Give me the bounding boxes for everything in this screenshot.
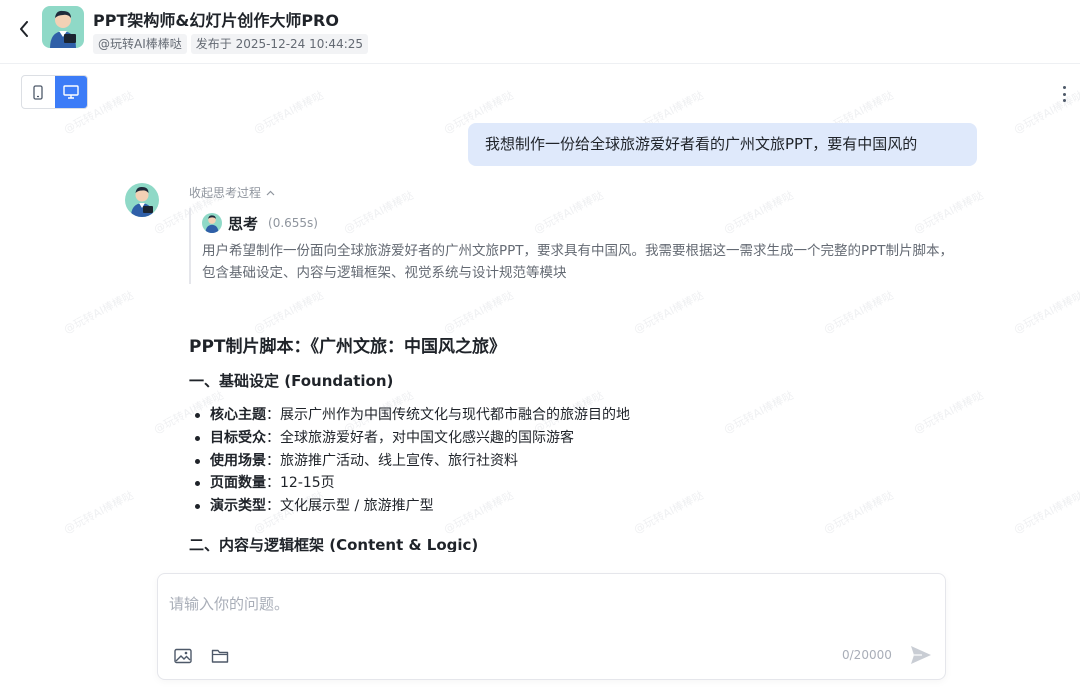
list-item-value: ：旅游推广活动、线上宣传、旅行社资料 [266, 452, 518, 469]
watermark-text: @玩转AI棒棒哒 [61, 288, 136, 337]
mobile-icon [33, 84, 43, 100]
more-dot [1062, 99, 1066, 102]
more-options-button[interactable] [1056, 84, 1072, 104]
watermark-text: @玩转AI棒棒哒 [251, 88, 326, 137]
upload-image-button[interactable] [173, 646, 193, 666]
thinking-block: 思考 (0.655s) 用户希望制作一份面向全球旅游爱好者的广州文旅PPT，要求… [189, 208, 959, 284]
app-avatar [42, 6, 84, 48]
list-item-label: 核心主题 [210, 407, 266, 423]
list-item: 页面数量：12-15页 [189, 472, 949, 495]
upload-file-button[interactable] [210, 646, 230, 666]
mobile-view-button[interactable] [22, 76, 55, 108]
section-heading-foundation: 一、基础设定 (Foundation) [189, 372, 394, 390]
doc-title: PPT制片脚本：《广州文旅：中国风之旅》 [189, 337, 507, 357]
send-icon [911, 646, 931, 664]
list-item-value: ：展示广州作为中国传统文化与现代都市融合的旅游目的地 [266, 407, 630, 423]
app-title: PPT架构师&幻灯片创作大师PRO [93, 11, 339, 30]
back-button[interactable] [14, 18, 34, 40]
more-dot [1062, 92, 1066, 96]
list-item: 演示类型：文化展示型 / 旅游推广型 [189, 495, 949, 518]
list-item-value: ：全球旅游爱好者，对中国文化感兴趣的国际游客 [266, 429, 574, 446]
chat-input-box: 0/20000 [157, 573, 946, 680]
author-badge[interactable]: @玩转AI棒棒哒 [93, 34, 187, 54]
more-dot [1062, 86, 1066, 89]
list-item: 使用场景：旅游推广活动、线上宣传、旅行社资料 [189, 450, 949, 473]
publish-time: 发布于 2025-12-24 10:44:25 [190, 34, 369, 54]
chat-input[interactable] [169, 590, 929, 618]
list-item: 目标受众：全球旅游爱好者，对中国文化感兴趣的国际游客 [189, 427, 949, 450]
thinking-text: 用户希望制作一份面向全球旅游爱好者的广州文旅PPT，要求具有中国风。我需要根据这… [202, 243, 954, 281]
char-count: 0/20000 [842, 648, 892, 662]
thinking-header: 思考 (0.655s) [202, 208, 959, 238]
desktop-view-button[interactable] [54, 76, 87, 108]
bot-avatar [125, 183, 159, 217]
page-header: PPT架构师&幻灯片创作大师PRO @玩转AI棒棒哒 发布于 2025-12-2… [0, 0, 1080, 64]
collapse-thinking-label: 收起思考过程 [189, 186, 262, 200]
thinking-avatar-icon [202, 213, 222, 233]
view-toggle [21, 75, 88, 109]
collapse-thinking-toggle[interactable]: 收起思考过程 [189, 184, 275, 201]
list-item-label: 目标受众 [210, 429, 266, 446]
chevron-up-icon [266, 190, 275, 195]
list-item-label: 演示类型 [210, 498, 266, 515]
thinking-label: 思考 [228, 214, 259, 233]
foundation-list: 核心主题：展示广州作为中国传统文化与现代都市融合的旅游目的地 目标受众：全球旅游… [189, 404, 949, 518]
chevron-left-icon [20, 21, 28, 37]
watermark-text: @玩转AI棒棒哒 [61, 488, 136, 537]
thinking-time: (0.655s) [268, 216, 318, 230]
folder-icon [211, 649, 229, 663]
section-heading-content-logic: 二、内容与逻辑框架 (Content & Logic) [189, 535, 479, 552]
list-item-value: ：文化展示型 / 旅游推广型 [266, 498, 434, 515]
image-icon [174, 648, 192, 664]
watermark-text: @玩转AI棒棒哒 [1011, 288, 1080, 337]
list-item-value: ：12-15页 [266, 475, 335, 492]
desktop-icon [63, 85, 79, 99]
list-item-label: 页面数量 [210, 475, 266, 492]
user-message-bubble: 我想制作一份给全球旅游爱好者看的广州文旅PPT，要有中国风的 [468, 123, 977, 166]
list-item-label: 使用场景 [210, 452, 266, 469]
list-item: 核心主题：展示广州作为中国传统文化与现代都市融合的旅游目的地 [189, 404, 949, 427]
meta-row: @玩转AI棒棒哒 发布于 2025-12-24 10:44:25 [93, 34, 369, 54]
watermark-text: @玩转AI棒棒哒 [1011, 488, 1080, 537]
send-button[interactable] [909, 643, 933, 667]
bot-response-doc: PPT制片脚本：《广州文旅：中国风之旅》 一、基础设定 (Foundation)… [189, 330, 949, 552]
